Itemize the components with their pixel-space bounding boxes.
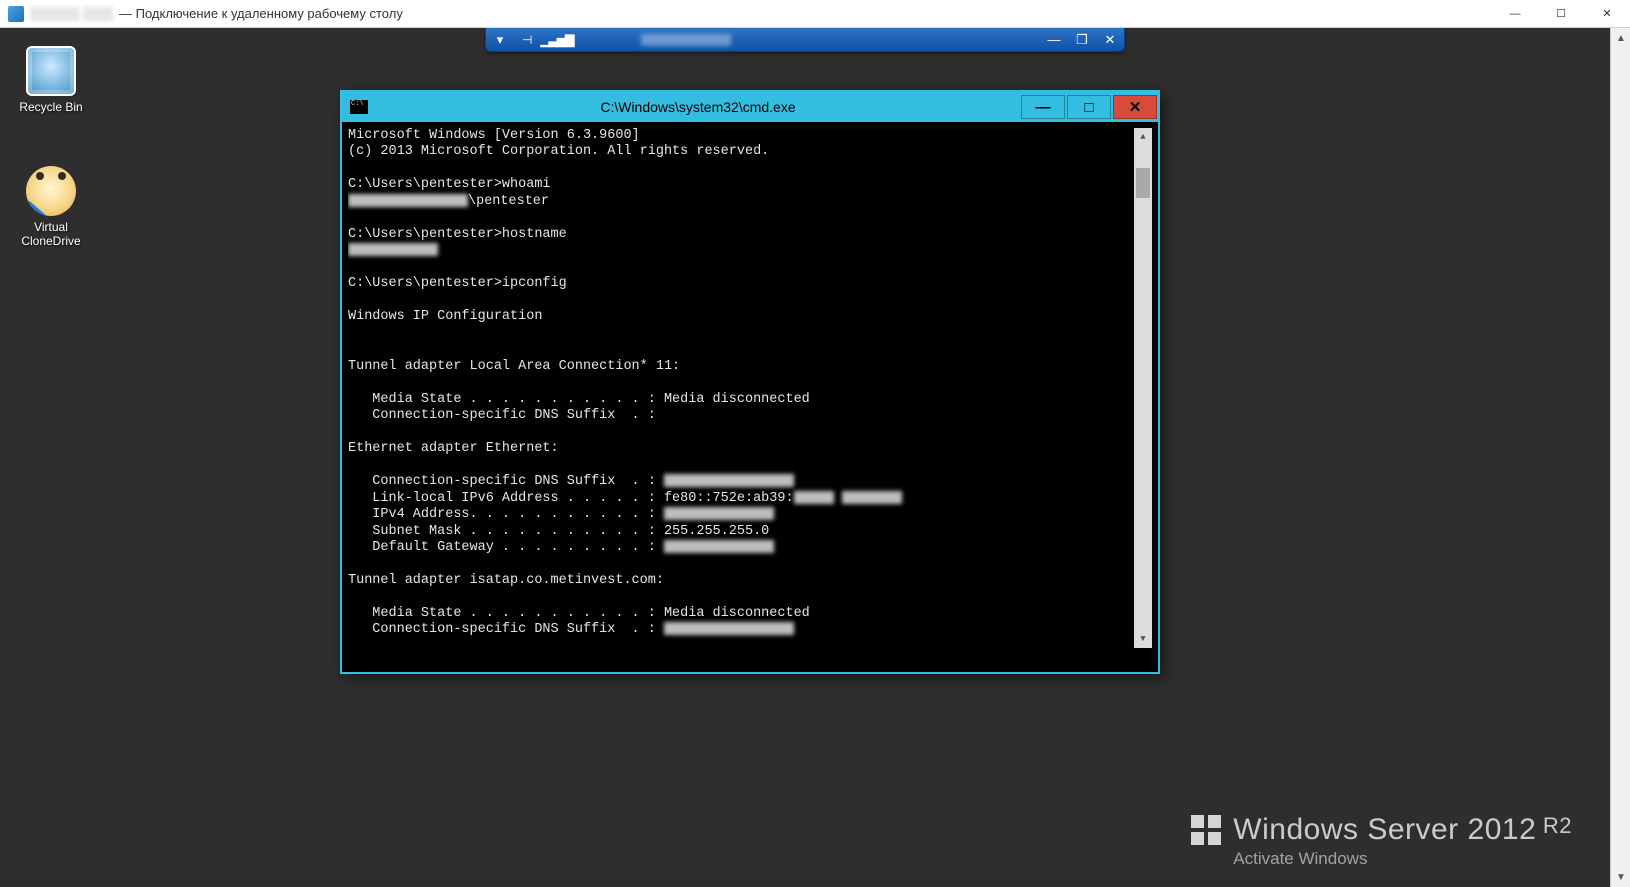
outer-scroll-up-icon[interactable]: ▲: [1611, 28, 1630, 48]
watermark-r2: R2: [1536, 813, 1572, 838]
remote-desktop[interactable]: Recycle Bin Virtual CloneDrive ▾ ⊣ ▁▃▅▇ …: [0, 28, 1610, 887]
redacted-host-1: [30, 7, 80, 21]
outer-maximize-button[interactable]: ☐: [1538, 0, 1584, 28]
redacted-dns-suffix-2: [664, 622, 794, 635]
cmd-scroll-down-icon[interactable]: ▼: [1134, 630, 1152, 648]
redacted-ipv4: [664, 507, 774, 520]
cmd-line: Media State . . . . . . . . . . . : Medi…: [348, 392, 810, 407]
redacted-hostname: [348, 243, 438, 256]
redacted-ipv6-b: [842, 491, 902, 504]
cmd-line: C:\Users\pentester>hostname: [348, 227, 567, 242]
desktop-icon-virtual-clonedrive[interactable]: Virtual CloneDrive: [10, 166, 92, 248]
cmd-line: Tunnel adapter Local Area Connection* 11…: [348, 359, 680, 374]
cmd-output[interactable]: Microsoft Windows [Version 6.3.9600] (c)…: [348, 128, 1134, 648]
redacted-dns-suffix: [664, 474, 794, 487]
conn-bar-dropdown-icon[interactable]: ▾: [486, 28, 514, 52]
cmd-scrollbar[interactable]: ▲ ▼: [1134, 128, 1152, 648]
cmd-line: Microsoft Windows [Version 6.3.9600]: [348, 128, 640, 143]
cmd-minimize-button[interactable]: —: [1021, 95, 1065, 119]
cmd-line: Ethernet adapter Ethernet:: [348, 441, 559, 456]
cmd-line: Connection-specific DNS Suffix . :: [348, 474, 664, 489]
conn-bar-hostname-redacted: [641, 34, 1036, 46]
cmd-icon: [350, 100, 368, 114]
windows-watermark: Windows Server 2012 R2 Activate Windows: [1191, 813, 1572, 869]
cmd-close-button[interactable]: ✕: [1113, 95, 1157, 119]
cmd-line: (c) 2013 Microsoft Corporation. All righ…: [348, 144, 769, 159]
cmd-line: Link-local IPv6 Address . . . . . : fe80…: [348, 491, 794, 506]
cmd-line: C:\Users\pentester>ipconfig: [348, 276, 567, 291]
rdp-icon: [8, 6, 24, 22]
outer-minimize-button[interactable]: —: [1492, 0, 1538, 28]
cmd-scroll-up-icon[interactable]: ▲: [1134, 128, 1152, 146]
cmd-line: C:\Users\pentester>whoami: [348, 177, 551, 192]
outer-scroll-down-icon[interactable]: ▼: [1611, 867, 1630, 887]
clonedrive-label-1: Virtual: [10, 220, 92, 234]
cmd-line: Windows IP Configuration: [348, 309, 542, 324]
cmd-titlebar[interactable]: C:\Windows\system32\cmd.exe — □ ✕: [342, 92, 1158, 122]
recycle-bin-label: Recycle Bin: [10, 100, 92, 114]
cmd-scroll-thumb[interactable]: [1136, 168, 1150, 198]
rdp-window-title: — Подключение к удаленному рабочему стол…: [119, 6, 403, 21]
cmd-line: Connection-specific DNS Suffix . :: [348, 408, 656, 423]
recycle-bin-icon: [26, 46, 76, 96]
cmd-line: Tunnel adapter isatap.co.metinvest.com:: [348, 573, 664, 588]
cmd-window-title: C:\Windows\system32\cmd.exe: [376, 99, 1020, 115]
cmd-window[interactable]: C:\Windows\system32\cmd.exe — □ ✕ Micros…: [340, 90, 1160, 674]
rdp-connection-bar[interactable]: ▾ ⊣ ▁▃▅▇ — ❐ ✕: [485, 28, 1125, 52]
activate-windows-text: Activate Windows: [1233, 849, 1572, 869]
rdp-titlebar: — Подключение к удаленному рабочему стол…: [0, 0, 1630, 28]
remote-area: Recycle Bin Virtual CloneDrive ▾ ⊣ ▁▃▅▇ …: [0, 28, 1630, 887]
conn-bar-close-button[interactable]: ✕: [1096, 28, 1124, 52]
redacted-gateway: [664, 540, 774, 553]
cmd-line: \pentester: [468, 194, 549, 209]
outer-scrollbar[interactable]: ▲ ▼: [1610, 28, 1630, 887]
desktop-icon-recycle-bin[interactable]: Recycle Bin: [10, 46, 92, 114]
signal-icon: ▁▃▅▇: [540, 33, 573, 47]
clonedrive-icon: [26, 166, 76, 216]
redacted-ipv6-a: [794, 491, 834, 504]
cmd-maximize-button[interactable]: □: [1067, 95, 1111, 119]
cmd-line: Connection-specific DNS Suffix . :: [348, 623, 664, 638]
cmd-body[interactable]: Microsoft Windows [Version 6.3.9600] (c)…: [342, 122, 1158, 672]
cmd-line: IPv4 Address. . . . . . . . . . . :: [348, 507, 664, 522]
outer-close-button[interactable]: ✕: [1584, 0, 1630, 28]
clonedrive-label-2: CloneDrive: [10, 234, 92, 248]
cmd-line: Subnet Mask . . . . . . . . . . . : 255.…: [348, 524, 769, 539]
conn-bar-restore-button[interactable]: ❐: [1068, 28, 1096, 52]
windows-logo-icon: [1191, 815, 1221, 845]
redacted-host-2: [83, 7, 113, 21]
cmd-line: Media State . . . . . . . . . . . : Medi…: [348, 606, 810, 621]
redacted-domain: [348, 194, 468, 207]
watermark-brand: Windows Server 2012: [1233, 813, 1536, 846]
pin-icon[interactable]: ⊣: [522, 33, 532, 47]
cmd-line: Default Gateway . . . . . . . . . :: [348, 540, 664, 555]
conn-bar-minimize-button[interactable]: —: [1040, 28, 1068, 52]
